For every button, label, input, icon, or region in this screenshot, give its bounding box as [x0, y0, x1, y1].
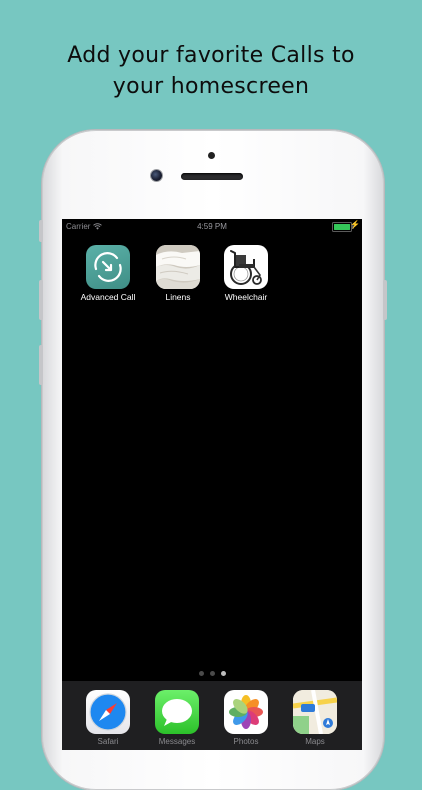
app-label: Linens: [165, 292, 191, 302]
maps-icon: [293, 690, 337, 734]
dock-label: Safari: [97, 737, 119, 746]
volume-down-button: [39, 345, 43, 385]
app-linens[interactable]: Linens: [148, 245, 208, 302]
app-advanced-call[interactable]: Advanced Call: [78, 245, 138, 302]
photos-icon: [224, 690, 268, 734]
advanced-call-icon: [86, 245, 130, 289]
phone-screen: Carrier 4:59 PM ⚡ Advanced Call Linens W…: [62, 219, 362, 750]
linens-icon: [156, 245, 200, 289]
status-bar: Carrier 4:59 PM ⚡: [62, 219, 362, 233]
app-label: Advanced Call: [80, 292, 136, 302]
headline-line-1: Add your favorite Calls to: [67, 43, 355, 68]
dock-label: Maps: [305, 737, 325, 746]
battery-level: [334, 224, 350, 230]
app-label: Wheelchair: [224, 292, 268, 302]
dock-app-messages[interactable]: Messages: [150, 690, 204, 746]
status-time: 4:59 PM: [197, 222, 227, 231]
safari-icon: [86, 690, 130, 734]
wheelchair-icon: [224, 245, 268, 289]
proximity-sensor: [208, 152, 215, 159]
messages-icon: [155, 690, 199, 734]
page-dot[interactable]: [198, 671, 204, 676]
dock-label: Photos: [233, 737, 259, 746]
battery-icon: [332, 222, 354, 232]
power-button: [383, 280, 387, 320]
volume-up-button: [39, 280, 43, 320]
page-dot-active[interactable]: [220, 671, 226, 676]
dock-app-safari[interactable]: Safari: [81, 690, 135, 746]
dock: Safari Messages Photos Maps: [62, 681, 362, 750]
page-dot[interactable]: [209, 671, 215, 676]
app-wheelchair[interactable]: Wheelchair: [216, 245, 276, 302]
headline-line-2: your homescreen: [112, 74, 310, 99]
dock-app-photos[interactable]: Photos: [219, 690, 273, 746]
bolt-icon: ⚡: [350, 220, 360, 229]
earpiece-speaker: [181, 173, 243, 180]
page-indicator[interactable]: [62, 671, 362, 676]
dock-app-maps[interactable]: Maps: [288, 690, 342, 746]
mute-switch: [39, 220, 43, 242]
dock-label: Messages: [158, 737, 196, 746]
front-camera: [151, 170, 162, 181]
headline: Add your favorite Calls to your homescre…: [0, 40, 422, 102]
